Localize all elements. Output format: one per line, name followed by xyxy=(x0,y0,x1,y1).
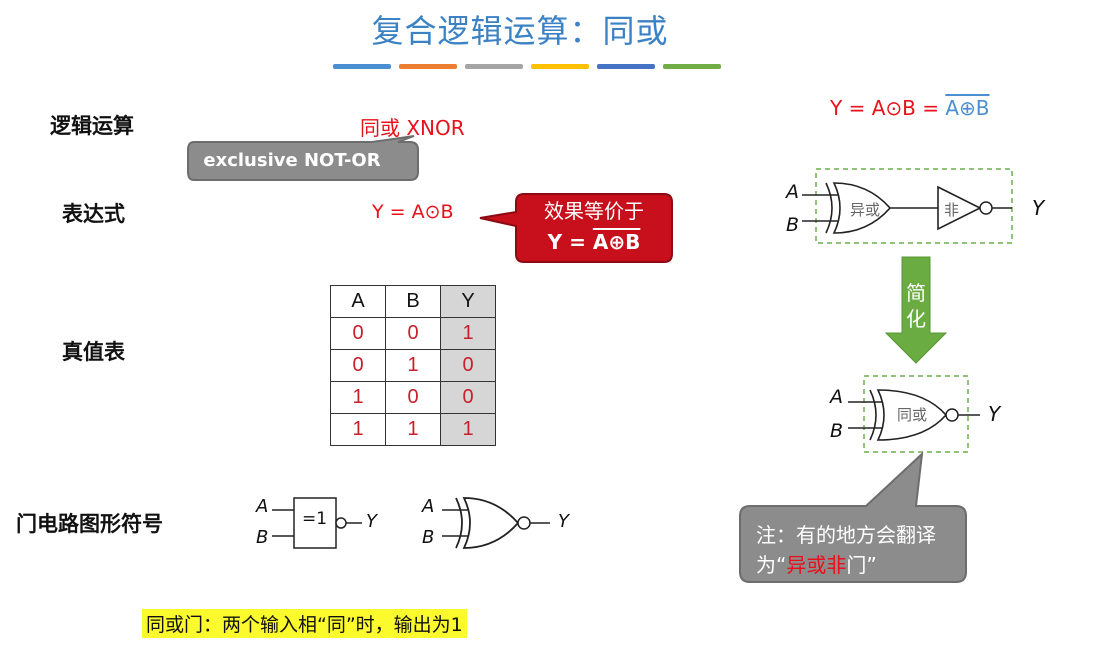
diagram2-input-a: A xyxy=(830,386,843,408)
xor-not-diagram xyxy=(802,168,1013,244)
header-a: A xyxy=(330,285,386,318)
header-b: B xyxy=(385,285,441,318)
accent-bar-2 xyxy=(399,64,457,69)
cell-a: 0 xyxy=(330,349,386,382)
accent-bar-5 xyxy=(597,64,655,69)
accent-bar-4 xyxy=(531,64,589,69)
ieee-box-label: =1 xyxy=(302,509,328,529)
cell-b: 1 xyxy=(385,349,441,382)
note-text-after: 门” xyxy=(846,553,877,577)
equiv-callout: 效果等价于 Y = A⊕B xyxy=(518,196,670,258)
right-formula-overlined: A⊕B xyxy=(945,96,990,120)
truth-table: A B Y 0 0 1 0 1 0 1 0 0 1 1 1 xyxy=(330,285,496,446)
diagram1-not-label: 非 xyxy=(944,201,960,219)
label-gate-symbol: 门电路图形符号 xyxy=(16,512,163,536)
gate-output-y: Y xyxy=(558,511,569,532)
cell-b: 0 xyxy=(385,317,441,350)
equiv-callout-line1: 效果等价于 xyxy=(544,199,644,223)
equiv-prefix: Y = xyxy=(547,230,593,254)
table-row: 1 0 0 xyxy=(330,381,496,414)
accent-bar-3 xyxy=(465,64,523,69)
bottom-note: 同或门：两个输入相“同”时，输出为1 xyxy=(142,609,467,638)
label-logic-op: 逻辑运算 xyxy=(50,114,134,138)
diagram1-input-b: B xyxy=(786,214,800,236)
cell-y: 0 xyxy=(440,381,496,414)
cell-b: 0 xyxy=(385,381,441,414)
xnor-gate-symbol xyxy=(442,497,550,549)
gate-input-a: A xyxy=(422,496,435,517)
accent-bar-1 xyxy=(333,64,391,69)
expression-value: Y = A⊙B xyxy=(372,201,454,223)
right-formula: Y = A⊙B = A⊕B xyxy=(830,96,990,120)
truth-table-header: A B Y xyxy=(330,285,496,318)
ieee-output-y: Y xyxy=(366,511,377,532)
page-title: 复合逻辑运算：同或 xyxy=(371,12,669,50)
diagram2-xnor-label: 同或 xyxy=(897,406,928,424)
diagram2-output-y: Y xyxy=(988,402,1001,426)
right-formula-prefix: Y = A⊙B = xyxy=(830,96,946,120)
cell-y: 1 xyxy=(440,317,496,350)
note-text: 注：有的地方会翻译为“异或非门” xyxy=(756,520,956,580)
table-row: 0 1 0 xyxy=(330,349,496,382)
accent-bar-6 xyxy=(663,64,721,69)
cell-y: 1 xyxy=(440,413,496,446)
cell-a: 1 xyxy=(330,413,386,446)
gate-input-b: B xyxy=(422,527,435,548)
header-y: Y xyxy=(440,285,496,318)
diagram1-output-y: Y xyxy=(1032,196,1045,220)
table-row: 0 0 1 xyxy=(330,317,496,350)
ieee-input-b: B xyxy=(256,527,269,548)
cell-a: 1 xyxy=(330,381,386,414)
diagram1-xor-label: 异或 xyxy=(850,201,881,219)
cell-y: 0 xyxy=(440,349,496,382)
label-expression: 表达式 xyxy=(62,202,125,226)
cell-b: 1 xyxy=(385,413,441,446)
ieee-input-a: A xyxy=(256,496,269,517)
label-truth-table: 真值表 xyxy=(62,340,125,364)
cell-a: 0 xyxy=(330,317,386,350)
table-row: 1 1 1 xyxy=(330,413,496,446)
simplify-label: 简化 xyxy=(906,281,926,331)
note-highlight: 异或非 xyxy=(786,553,847,577)
xnor-callout-text: exclusive NOT-OR xyxy=(203,150,381,171)
title-accent-bars xyxy=(333,64,721,69)
equiv-callout-line2: Y = A⊕B xyxy=(518,227,670,258)
equiv-overlined: A⊕B xyxy=(592,230,641,254)
diagram2-input-b: B xyxy=(830,420,844,442)
diagram1-input-a: A xyxy=(786,181,799,203)
